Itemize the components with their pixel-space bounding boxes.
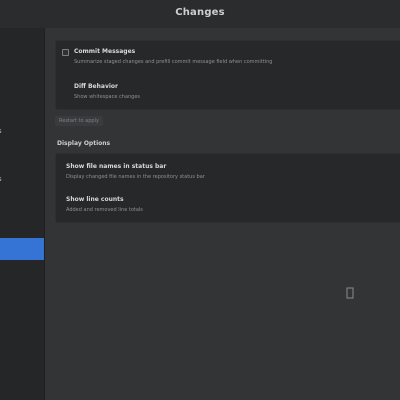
sidebar-item[interactable]: s	[0, 168, 44, 190]
title-bar: Changes	[0, 0, 400, 29]
row-subtitle: Show whitespace changes	[74, 94, 141, 100]
sidebar-item-label: s	[0, 168, 2, 190]
row-subtitle: Added and removed line totals	[66, 207, 143, 213]
sidebar-item-label: s	[0, 120, 2, 142]
row-title: Commit Messages	[74, 48, 136, 55]
app-window: Changes s s Commit Messages Summarize st…	[0, 0, 400, 400]
row-title: Show file names in status bar	[66, 163, 167, 170]
commit-messages-checkbox[interactable]	[62, 49, 69, 56]
row-title: Show line counts	[66, 196, 124, 203]
sidebar: s s	[0, 28, 45, 400]
sidebar-item[interactable]: s	[0, 120, 44, 142]
row-subtitle: Summarize staged changes and prefill com…	[74, 59, 273, 65]
section-heading: Display Options	[57, 140, 111, 147]
text-cursor-icon	[346, 287, 354, 299]
restart-hint: Restart to apply	[55, 116, 103, 126]
settings-group: Commit Messages Summarize staged changes…	[55, 40, 400, 110]
row-title: Diff Behavior	[74, 83, 118, 90]
settings-group: Show file names in status bar Display ch…	[55, 153, 400, 223]
sidebar-item-selected[interactable]	[0, 238, 44, 260]
row-subtitle: Display changed file names in the reposi…	[66, 174, 205, 180]
settings-pane: Commit Messages Summarize staged changes…	[45, 28, 400, 400]
window-title: Changes	[175, 7, 225, 18]
